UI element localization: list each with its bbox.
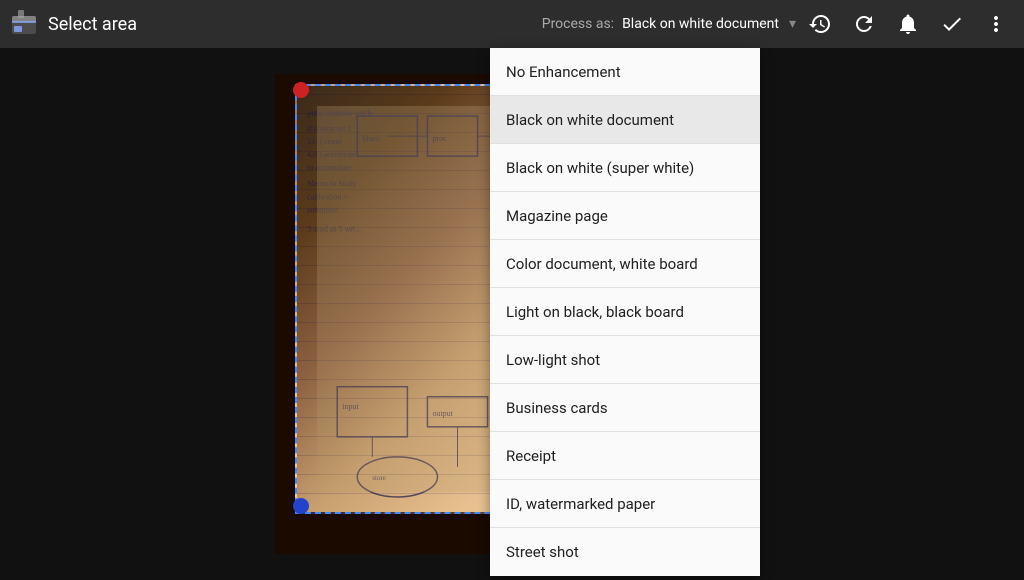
dropdown-item-low-light[interactable]: Low-light shot <box>490 336 760 384</box>
svg-text:puts: borrow each: puts: borrow each <box>307 108 372 118</box>
history-icon <box>808 12 832 36</box>
process-dropdown: No EnhancementBlack on white documentBla… <box>490 48 760 576</box>
history-button[interactable] <box>800 4 840 44</box>
svg-text:4,8 ) accelerate-: 4,8 ) accelerate- <box>307 150 359 159</box>
process-as-label: Process as: <box>542 16 614 32</box>
handle-top-left[interactable] <box>293 82 309 98</box>
bell-icon <box>896 12 920 36</box>
dropdown-item-street-shot[interactable]: Street shot <box>490 528 760 576</box>
refresh-button[interactable] <box>844 4 884 44</box>
svg-text:calibration =: calibration = <box>307 192 348 201</box>
svg-text:to accumulate: to accumulate <box>307 163 352 172</box>
svg-text:block: block <box>362 134 380 143</box>
dropdown-item-receipt[interactable]: Receipt <box>490 432 760 480</box>
app-icon <box>8 8 40 40</box>
dropdown-arrow-icon: ▾ <box>789 16 796 32</box>
dropdown-item-no-enhancement[interactable]: No Enhancement <box>490 48 760 96</box>
main-content: puts: borrow each if (count set 1 13: ( … <box>0 48 1024 580</box>
dropdown-item-light-on-black[interactable]: Light on black, black board <box>490 288 760 336</box>
dropdown-item-magazine-page[interactable]: Magazine page <box>490 192 760 240</box>
dropdown-item-id-watermarked[interactable]: ID, watermarked paper <box>490 480 760 528</box>
confirm-button[interactable] <box>932 4 972 44</box>
svg-text:13: ( count: 13: ( count <box>307 137 342 146</box>
dropdown-item-black-on-white-super[interactable]: Black on white (super white) <box>490 144 760 192</box>
svg-text:substitute: substitute <box>307 205 338 214</box>
notifications-button[interactable] <box>888 4 928 44</box>
topbar-left: Select area <box>0 8 542 40</box>
dropdown-item-business-cards[interactable]: Business cards <box>490 384 760 432</box>
svg-text:proc: proc <box>432 134 447 143</box>
topbar: Select area Process as: Black on white d… <box>0 0 1024 48</box>
page-title: Select area <box>48 14 137 35</box>
more-icon <box>984 12 1008 36</box>
svg-text:Memo to Study: Memo to Study <box>307 179 357 188</box>
svg-text:store: store <box>372 474 386 482</box>
topbar-right: Process as: Black on white document ▾ <box>542 4 1024 44</box>
process-as-value: Black on white document <box>622 16 779 32</box>
more-options-button[interactable] <box>976 4 1016 44</box>
dropdown-item-black-on-white[interactable]: Black on white document <box>490 96 760 144</box>
dropdown-item-color-whiteboard[interactable]: Color document, white board <box>490 240 760 288</box>
handle-bottom-left[interactable] <box>293 498 309 514</box>
svg-text:3 send as 5 wrt...: 3 send as 5 wrt... <box>307 224 361 233</box>
svg-text:input: input <box>342 402 359 411</box>
check-icon <box>940 12 964 36</box>
svg-text:if (count set 1: if (count set 1 <box>307 124 351 133</box>
refresh-icon <box>852 12 876 36</box>
svg-text:output: output <box>432 409 453 418</box>
